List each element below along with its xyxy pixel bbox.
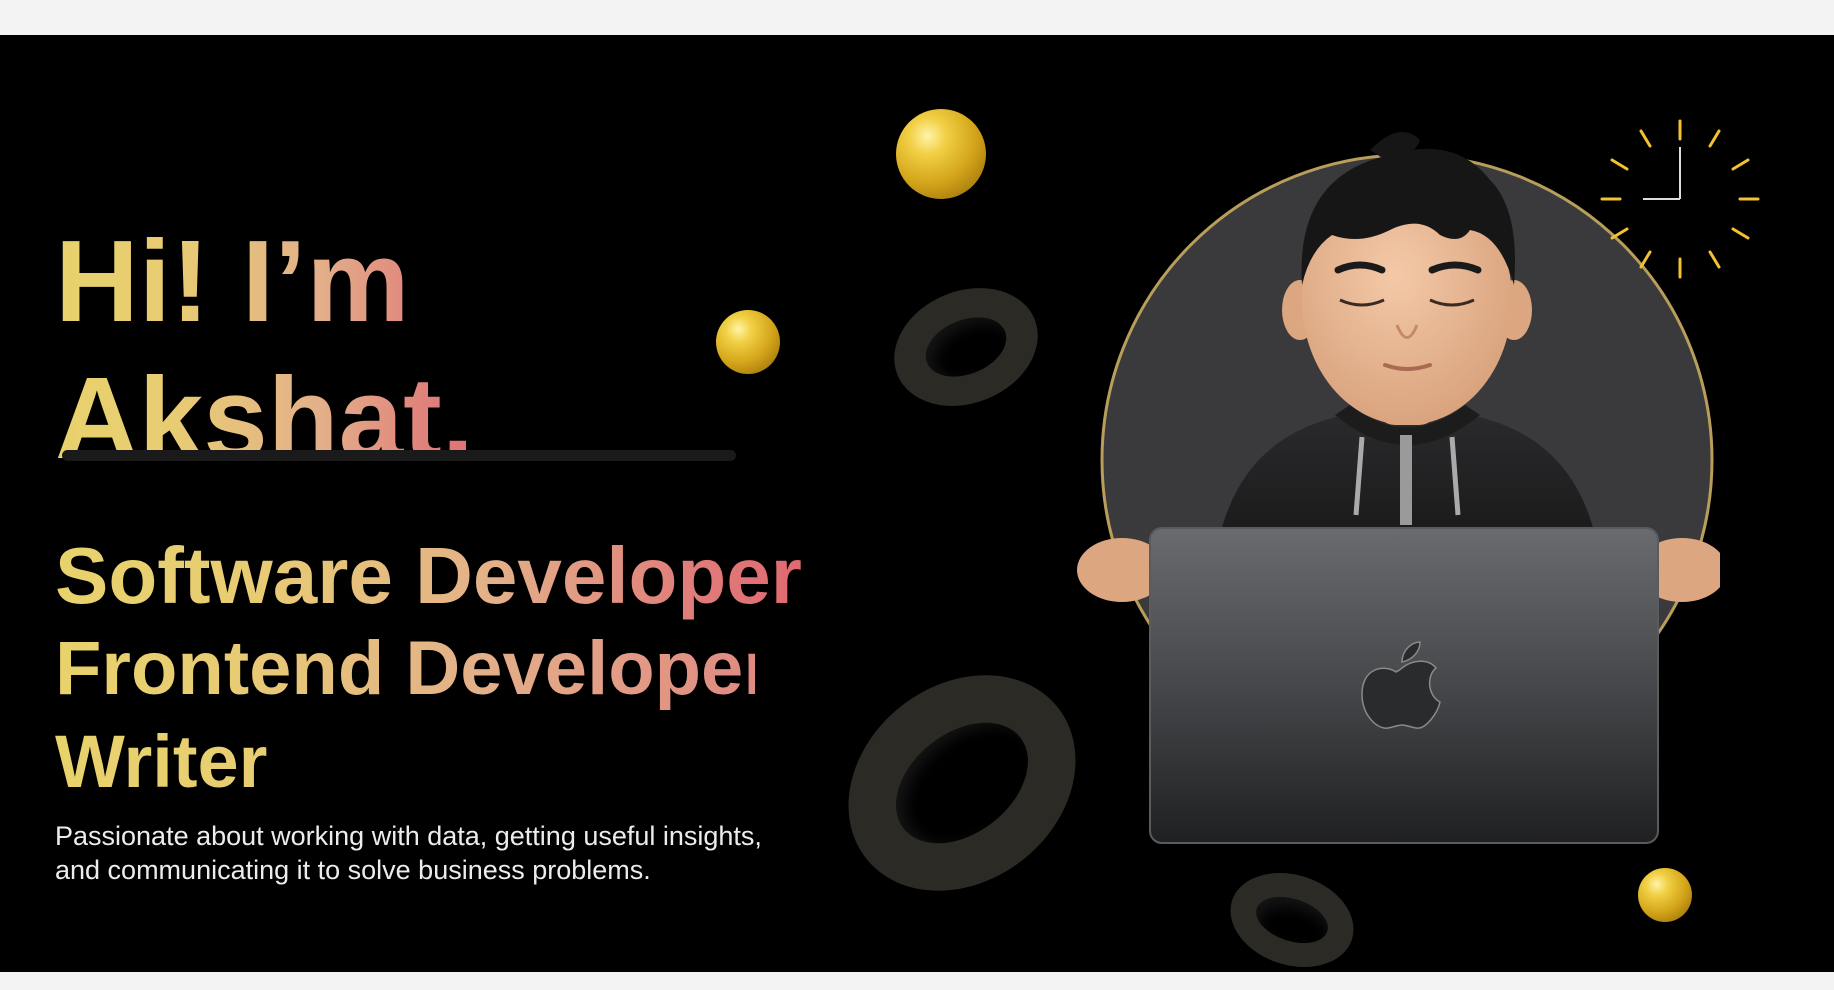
hero-section: Hi! I’m Akshat. Software Developer Front… (0, 35, 1834, 972)
greeting-line-1: Hi! I’m (55, 216, 410, 346)
gold-sphere-large (896, 109, 986, 199)
role-writer: Writer (55, 716, 355, 808)
role-software-developer: Software Developer (55, 530, 855, 622)
role-list: Software Developer Frontend Developer Wr… (55, 530, 855, 808)
bio-line-1: Passionate about working with data, gett… (55, 821, 762, 851)
bio-line-2: and communicating it to solve business p… (55, 855, 651, 885)
greeting-line-2: Akshat. (55, 353, 475, 483)
hero-bio: Passionate about working with data, gett… (55, 819, 855, 887)
hero-greeting: Hi! I’m Akshat. (55, 213, 535, 487)
gold-sphere-small (716, 310, 780, 374)
clock-icon (1600, 119, 1760, 279)
gold-sphere-bottom (1638, 868, 1692, 922)
divider (62, 450, 736, 461)
role-frontend-developer: Frontend Developer (55, 622, 773, 716)
dark-torus-top (876, 267, 1056, 427)
